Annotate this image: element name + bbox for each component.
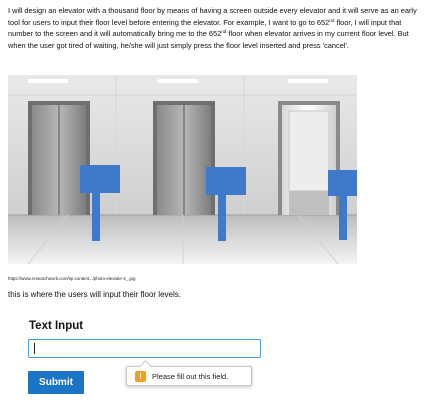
validation-message: Please fill out this field. — [152, 371, 229, 381]
elevator-lobby-photo — [8, 75, 357, 264]
submit-button[interactable]: Submit — [28, 371, 84, 394]
image-caption: this is where the users will input their… — [8, 290, 181, 299]
form-title: Text Input — [29, 320, 84, 332]
intro-paragraph: I will design an elevator with a thousan… — [8, 5, 420, 51]
validation-tooltip: ! Please fill out this field. — [126, 366, 252, 386]
text-caret — [34, 343, 35, 354]
floor-text-input[interactable] — [28, 339, 261, 358]
image-source-url: https://www.researchwork.com/sp.content.… — [8, 276, 136, 281]
warning-icon: ! — [135, 370, 146, 382]
